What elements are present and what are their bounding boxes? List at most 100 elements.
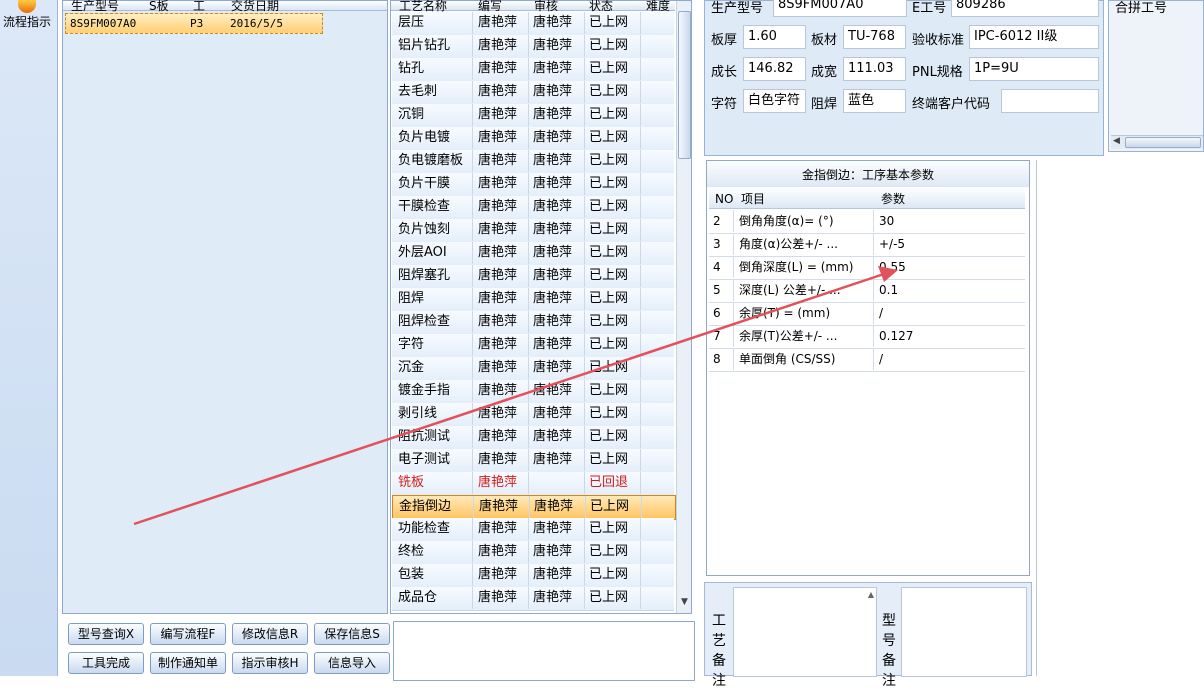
param-item-cell: 深度(L) 公差+/- ... [739, 283, 841, 297]
e-number-field[interactable]: 809286 [951, 0, 1099, 17]
scroll-thumb[interactable] [678, 11, 691, 159]
param-row[interactable]: 2 倒角角度(α)= (°) 30 [709, 210, 1025, 234]
customer-code-field[interactable] [1001, 89, 1099, 113]
process-row[interactable]: 阻抗测试 唐艳萍 唐艳萍 已上网 [392, 426, 674, 450]
review-button[interactable]: 指示审核H [232, 652, 308, 674]
table-row[interactable]: 8S9FM007A0 P3 2016/5/5 [65, 13, 323, 34]
column-divider [528, 58, 529, 80]
modify-info-button[interactable]: 修改信息R [232, 623, 308, 645]
memo-textarea[interactable] [393, 621, 695, 681]
process-row[interactable]: 去毛刺 唐艳萍 唐艳萍 已上网 [392, 81, 674, 105]
flow-guide-button[interactable]: 流程指示 [0, 0, 54, 40]
process-row[interactable]: 钻孔 唐艳萍 唐艳萍 已上网 [392, 58, 674, 82]
column-divider [472, 265, 473, 287]
status-cell: 已上网 [589, 153, 629, 168]
process-name-cell: 字符 [398, 337, 425, 352]
status-cell: 已上网 [589, 314, 629, 329]
product-info-panel: 生产型号 8S9FM007A0 E工号 809286 板厚 1.60 板材 TU… [704, 0, 1104, 156]
process-row[interactable]: 沉铜 唐艳萍 唐艳萍 已上网 [392, 104, 674, 128]
column-divider [640, 150, 641, 172]
make-notice-button[interactable]: 制作通知单 [150, 652, 226, 674]
col-s-board[interactable]: S板 [149, 0, 169, 14]
length-field[interactable]: 146.82 [743, 57, 806, 81]
process-row[interactable]: 终检 唐艳萍 唐艳萍 已上网 [392, 541, 674, 565]
status-cell: 已上网 [589, 452, 629, 467]
param-item-cell: 余厚(T) = (mm) [739, 306, 831, 320]
solder-mask-field[interactable]: 蓝色 [843, 89, 906, 113]
pnl-field[interactable]: 1P=9U [969, 57, 1099, 81]
param-value-cell: / [879, 306, 884, 320]
process-row[interactable]: 字符 唐艳萍 唐艳萍 已上网 [392, 334, 674, 358]
writer-cell: 唐艳萍 [478, 130, 518, 145]
scroll-thumb[interactable] [1125, 137, 1201, 148]
param-row[interactable]: 4 倒角深度(L) = (mm) 0.55 [709, 256, 1025, 280]
param-row[interactable]: 3 角度(α)公差+/- ... +/-5 [709, 233, 1025, 257]
process-row[interactable]: 负片蚀刻 唐艳萍 唐艳萍 已上网 [392, 219, 674, 243]
process-name-cell: 钻孔 [398, 61, 425, 76]
process-row[interactable]: 阻焊检查 唐艳萍 唐艳萍 已上网 [392, 311, 674, 335]
thickness-label: 板厚 [711, 33, 738, 48]
layer-cell: P3 [190, 17, 204, 30]
param-value-cell: 30 [879, 214, 895, 228]
column-divider [528, 35, 529, 57]
import-info-button[interactable]: 信息导入 [314, 652, 390, 674]
write-flow-button[interactable]: 编写流程F [150, 623, 226, 645]
column-divider [528, 518, 529, 540]
reviewer-cell: 唐艳萍 [533, 314, 573, 329]
process-name-cell: 铣板 [398, 475, 425, 490]
column-divider [640, 426, 641, 448]
col-delivery[interactable]: 交货日期 [231, 0, 279, 14]
process-row[interactable]: 剥引线 唐艳萍 唐艳萍 已上网 [392, 403, 674, 427]
material-field[interactable]: TU-768 [843, 25, 906, 49]
col-gong[interactable]: 工 [193, 0, 205, 14]
col-model[interactable]: 生产型号 [71, 0, 119, 14]
param-row[interactable]: 8 单面倒角 (CS/SS) / [709, 348, 1025, 372]
column-divider [584, 449, 585, 471]
status-cell: 已上网 [589, 544, 629, 559]
scroll-down-icon[interactable]: ▼ [678, 597, 691, 611]
merge-number-header[interactable]: 合拼工号 [1115, 0, 1167, 16]
process-row[interactable]: 层压 唐艳萍 唐艳萍 已上网 [392, 12, 674, 36]
standard-field[interactable]: IPC-6012 II级 [969, 25, 1099, 49]
model-remark-textarea[interactable] [901, 587, 1027, 677]
process-row[interactable]: 功能检查 唐艳萍 唐艳萍 已上网 [392, 518, 674, 542]
col-param[interactable]: 参数 [881, 189, 905, 209]
scroll-up-icon[interactable]: ▲ [868, 590, 874, 599]
horizontal-scrollbar[interactable]: ◀ [1111, 135, 1203, 149]
process-row[interactable]: 铣板 唐艳萍 已回退 [392, 472, 674, 496]
process-row[interactable]: 成品仓 唐艳萍 唐艳萍 已上网 [392, 587, 674, 611]
process-row[interactable]: 包装 唐艳萍 唐艳萍 已上网 [392, 564, 674, 588]
process-row[interactable]: 阻焊 唐艳萍 唐艳萍 已上网 [392, 288, 674, 312]
column-divider [472, 357, 473, 379]
width-field[interactable]: 111.03 [843, 57, 906, 81]
save-info-button[interactable]: 保存信息S [314, 623, 390, 645]
process-row[interactable]: 镀金手指 唐艳萍 唐艳萍 已上网 [392, 380, 674, 404]
process-scrollbar[interactable]: ▼ [676, 1, 691, 613]
writer-cell: 唐艳萍 [478, 268, 518, 283]
process-row[interactable]: 负电镀磨板 唐艳萍 唐艳萍 已上网 [392, 150, 674, 174]
col-item[interactable]: 项目 [741, 189, 765, 209]
character-field[interactable]: 白色字符 [743, 89, 806, 113]
process-row[interactable]: 铝片钻孔 唐艳萍 唐艳萍 已上网 [392, 35, 674, 59]
param-row[interactable]: 6 余厚(T) = (mm) / [709, 302, 1025, 326]
process-row[interactable]: 沉金 唐艳萍 唐艳萍 已上网 [392, 357, 674, 381]
col-no[interactable]: NO [715, 189, 733, 209]
process-row[interactable]: 干膜检查 唐艳萍 唐艳萍 已上网 [392, 196, 674, 220]
column-divider [640, 219, 641, 241]
thickness-field[interactable]: 1.60 [743, 25, 806, 49]
model-query-button[interactable]: 型号查询X [68, 623, 144, 645]
process-row[interactable]: 金指倒边 唐艳萍 唐艳萍 已上网 [392, 495, 676, 520]
scroll-left-icon[interactable]: ◀ [1113, 136, 1120, 146]
column-divider [472, 219, 473, 241]
param-row[interactable]: 7 余厚(T)公差+/- ... 0.127 [709, 325, 1025, 349]
tool-done-button[interactable]: 工具完成 [68, 652, 144, 674]
process-row[interactable]: 电子测试 唐艳萍 唐艳萍 已上网 [392, 449, 674, 473]
model-field[interactable]: 8S9FM007A0 [773, 0, 907, 17]
process-row[interactable]: 外层AOI 唐艳萍 唐艳萍 已上网 [392, 242, 674, 266]
process-row[interactable]: 负片干膜 唐艳萍 唐艳萍 已上网 [392, 173, 674, 197]
process-row[interactable]: 负片电镀 唐艳萍 唐艳萍 已上网 [392, 127, 674, 151]
param-row[interactable]: 5 深度(L) 公差+/- ... 0.1 [709, 279, 1025, 303]
process-remark-textarea[interactable]: ▲ [733, 587, 877, 677]
process-row[interactable]: 阻焊塞孔 唐艳萍 唐艳萍 已上网 [392, 265, 674, 289]
writer-cell: 唐艳萍 [478, 544, 518, 559]
